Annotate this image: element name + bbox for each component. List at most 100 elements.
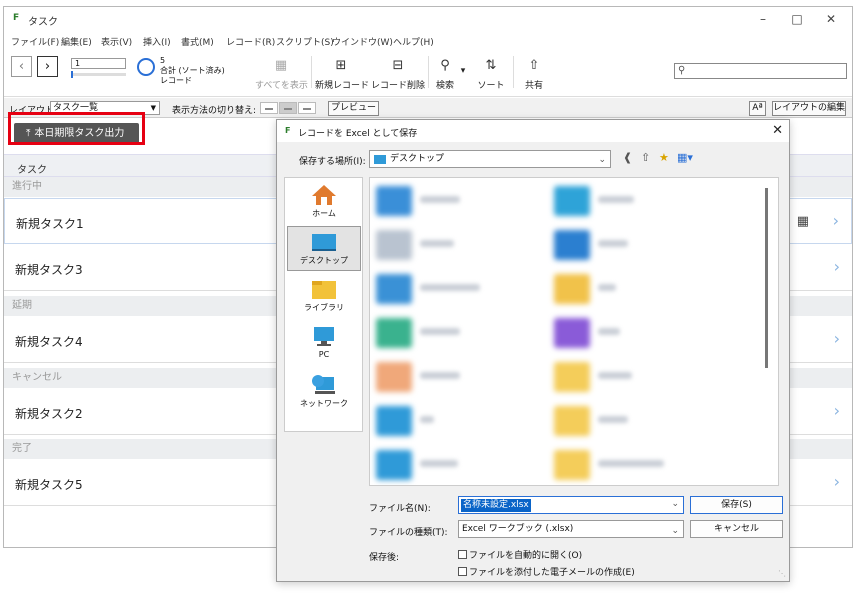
search-icon: ⚲ [678,65,686,76]
blurred-label [420,284,480,291]
blurred-icon [554,406,590,436]
records-label: レコード [160,76,192,85]
blurred-icon [376,274,412,304]
file-item[interactable] [554,402,714,442]
blurred-icon [554,230,590,260]
file-item[interactable] [376,270,536,310]
menu-window[interactable]: ウインドウ(W) [332,35,393,48]
blurred-icon [376,230,412,260]
place-home[interactable]: ホーム [287,180,361,225]
place-libraries[interactable]: ライブラリ [287,274,361,319]
plus-icon: ⊞ [335,58,347,73]
blurred-label [598,284,616,291]
back-icon[interactable]: ❰ [623,151,632,164]
chevron-down-icon[interactable]: ⌄ [671,499,679,509]
file-list-pane[interactable] [369,177,779,486]
menu-view[interactable]: 表示(V) [101,35,132,48]
sort-button[interactable]: ⇅ ソート [476,56,506,91]
edit-layout-button[interactable]: レイアウトの編集 [772,101,846,116]
menu-format[interactable]: 書式(M) [181,35,214,48]
new-folder-icon[interactable]: ★ [659,151,669,164]
place-desktop[interactable]: デスクトップ [287,226,361,271]
find-dropdown-icon[interactable]: ▾ [459,66,467,76]
next-record-button[interactable]: › [37,56,58,77]
save-as-excel-dialog: F レコードを Excel として保存 ✕ 保存する場所(I): デスクトップ ⌄… [276,119,790,582]
desktop-icon [312,234,336,251]
find-button[interactable]: ⚲ 検索 [430,56,460,91]
file-item[interactable] [376,314,536,354]
maximize-icon[interactable]: □ [782,9,812,29]
menu-records[interactable]: レコード(R) [226,35,275,48]
file-item[interactable] [376,226,536,266]
show-all-button[interactable]: ▦ すべてを表示 [255,56,308,91]
vertical-scrollbar[interactable] [765,188,768,368]
record-slider[interactable] [71,71,126,78]
view-menu-icon[interactable]: ▦▾ [677,151,693,164]
file-item[interactable] [376,358,536,398]
filetype-select[interactable]: Excel ワークブック (.xlsx) ⌄ [458,520,684,538]
filetype-label: ファイルの種類(T): [369,528,448,538]
minus-icon: ⊟ [392,58,404,73]
chevron-right-icon[interactable]: › [834,329,840,348]
open-automatically-checkbox[interactable]: ファイルを自動的に開く(O) [458,548,582,561]
menu-insert[interactable]: 挿入(I) [143,35,171,48]
chevron-right-icon[interactable]: › [834,257,840,276]
file-item[interactable] [554,270,714,310]
formatting-bar-button[interactable]: Aª [749,101,766,116]
file-item[interactable] [554,226,714,266]
chevron-down-icon: ⌄ [671,526,679,536]
file-item[interactable] [376,182,536,222]
close-icon[interactable]: ✕ [772,123,783,138]
record-number-input[interactable]: 1 [71,58,126,69]
chevron-right-icon[interactable]: › [834,401,840,420]
cancel-button[interactable]: キャンセル [690,520,783,538]
file-item[interactable] [554,446,714,485]
place-network[interactable]: ネットワーク [287,370,361,415]
share-button[interactable]: ⇧ 共有 [522,56,546,91]
list-view-button[interactable] [279,102,297,114]
file-item[interactable] [554,182,714,222]
previous-record-button[interactable]: ‹ [11,56,32,77]
minimize-icon[interactable]: – [748,9,778,29]
file-item[interactable] [554,314,714,354]
filename-input[interactable]: 名称未設定.xlsx ⌄ [458,496,684,514]
up-folder-icon[interactable]: ⇧ [641,151,650,164]
calendar-icon[interactable]: ▦ [797,214,809,229]
view-as-label: 表示方法の切り替え: [172,106,257,116]
quick-find-input[interactable]: ⚲ [674,63,847,79]
blurred-label [420,196,460,203]
place-pc[interactable]: PC [287,322,361,367]
resize-grip-icon[interactable]: ⋱ [778,569,786,578]
create-email-checkbox[interactable]: ファイルを添付した電子メールの作成(E) [458,565,635,578]
menu-file[interactable]: ファイル(F) [11,35,59,48]
chevron-down-icon: ⌄ [598,155,606,165]
table-view-button[interactable] [298,102,316,114]
blurred-label [598,240,628,247]
new-record-button[interactable]: ⊞ 新規レコード [315,56,369,91]
blurred-label [598,328,620,335]
filename-value[interactable]: 名称未設定.xlsx [461,499,531,512]
delete-record-button[interactable]: ⊟ レコード削除 [370,56,426,91]
chevron-right-icon[interactable]: › [833,211,839,230]
checkbox-icon[interactable] [458,567,467,576]
preview-button[interactable]: プレビュー [328,101,379,116]
menu-scripts[interactable]: スクリプト(S) [276,35,334,48]
checkbox-icon[interactable] [458,550,467,559]
menu-edit[interactable]: 編集(E) [61,35,92,48]
form-view-button[interactable] [260,102,278,114]
dialog-title-bar: F レコードを Excel として保存 ✕ [277,120,789,142]
menu-help[interactable]: ヘルプ(H) [393,35,434,48]
slider-thumb[interactable] [71,71,73,78]
file-item[interactable] [376,446,536,485]
blurred-icon [554,186,590,216]
close-icon[interactable]: ✕ [816,9,846,29]
file-item[interactable] [554,358,714,398]
window-title: タスク [28,17,58,28]
save-in-select[interactable]: デスクトップ ⌄ [369,150,611,168]
file-item[interactable] [376,402,536,442]
save-button[interactable]: 保存(S) [690,496,783,514]
chevron-right-icon[interactable]: › [834,472,840,491]
library-folder-icon [312,281,336,299]
task-name: 新規タスク1 [16,217,84,231]
blurred-label [598,372,632,379]
